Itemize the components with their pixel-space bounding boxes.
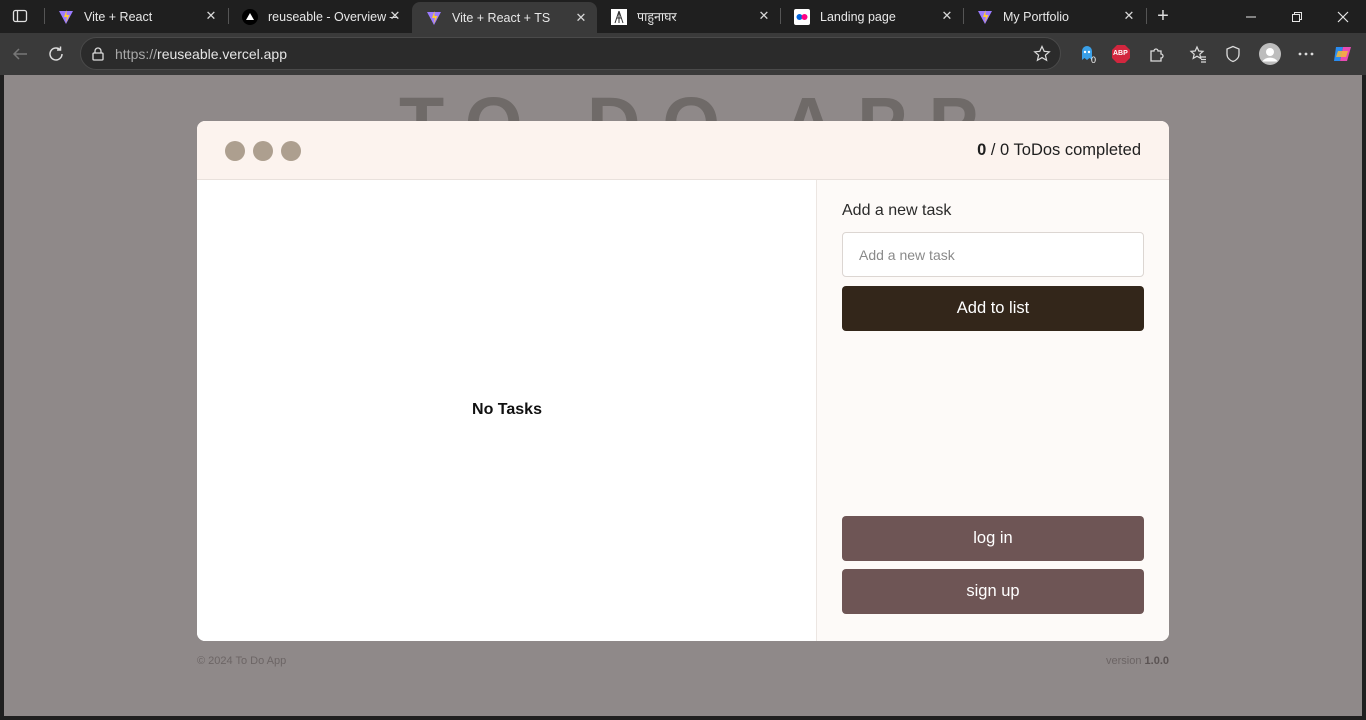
puzzle-icon — [1150, 48, 1164, 62]
arrow-left-icon — [12, 48, 27, 60]
minimize-icon — [1246, 16, 1256, 17]
url-text: https://reuseable.vercel.app — [115, 46, 287, 62]
adblock-label: ABP — [1113, 50, 1128, 57]
favorites-icon — [1189, 45, 1206, 63]
back-button[interactable] — [8, 42, 32, 66]
favorites-button[interactable] — [1186, 42, 1210, 66]
tab-strip: Vite + React ✕ reuseable - Overview – ✕ … — [0, 0, 1366, 33]
close-window-button[interactable] — [1320, 0, 1366, 33]
add-task-heading: Add a new task — [842, 202, 952, 219]
todo-card: 0 / 0 ToDos completed No Tasks Add a new… — [197, 121, 1169, 641]
tab-landing-page[interactable]: Landing page ✕ — [780, 0, 963, 33]
avatar-icon — [1259, 43, 1281, 65]
task-list-panel: No Tasks — [197, 180, 817, 641]
page-viewport: TO DO APP 0 / 0 ToDos completed No Tasks… — [4, 75, 1362, 716]
task-side-panel: Add a new task Add to list log in sign u… — [817, 180, 1169, 641]
extensions-button[interactable] — [1145, 42, 1169, 66]
version-label: version — [1106, 655, 1145, 667]
window-dot — [281, 141, 301, 161]
reload-button[interactable] — [44, 42, 68, 66]
star-icon[interactable] — [1033, 45, 1051, 63]
restore-button[interactable] — [1274, 0, 1320, 33]
footer-copyright: © 2024 To Do App — [197, 655, 287, 667]
tab-separator — [1146, 8, 1147, 24]
restore-icon — [1292, 11, 1302, 22]
more-dots-icon — [1298, 52, 1314, 56]
url-scheme: https:// — [115, 46, 158, 62]
plus-icon: + — [1157, 4, 1169, 27]
profile-button[interactable] — [1258, 42, 1282, 66]
completed-count: 0 — [977, 141, 987, 159]
close-tab-icon[interactable]: ✕ — [573, 10, 589, 26]
address-bar[interactable]: https://reuseable.vercel.app — [80, 37, 1061, 70]
extension-badge: 0 — [1091, 55, 1097, 65]
tab-reuseable-overview[interactable]: reuseable - Overview – ✕ — [228, 0, 411, 33]
copilot-icon — [1334, 47, 1351, 61]
vercel-icon — [242, 8, 258, 25]
add-to-list-button[interactable]: Add to list — [842, 286, 1144, 331]
tab-vite-react[interactable]: Vite + React ✕ — [44, 0, 227, 33]
window-dot — [253, 141, 273, 161]
site-info-lock-icon[interactable] — [90, 46, 106, 62]
vite-icon — [977, 9, 993, 25]
new-task-input[interactable] — [842, 232, 1144, 277]
close-tab-icon[interactable]: ✕ — [387, 8, 403, 24]
card-header: 0 / 0 ToDos completed — [197, 121, 1169, 180]
close-tab-icon[interactable]: ✕ — [203, 8, 219, 24]
tab-vite-react-ts[interactable]: Vite + React + TS ✕ — [412, 2, 597, 33]
todos-completed-counter: 0 / 0 ToDos completed — [977, 141, 1141, 160]
browser-toolbar: https://reuseable.vercel.app 0 ABP — [0, 33, 1366, 75]
flickr-icon — [794, 8, 810, 25]
close-tab-icon[interactable]: ✕ — [939, 8, 955, 24]
settings-menu-button[interactable] — [1294, 42, 1318, 66]
empty-tasks-message: No Tasks — [472, 401, 542, 418]
footer-version: version 1.0.0 — [1106, 655, 1169, 667]
tab-actions-button[interactable] — [8, 5, 32, 27]
login-button[interactable]: log in — [842, 516, 1144, 561]
copilot-button[interactable] — [1331, 42, 1355, 66]
window-dot — [225, 141, 245, 161]
new-tab-button[interactable]: + — [1151, 4, 1175, 28]
shield-icon — [1226, 45, 1240, 63]
vite-icon — [58, 9, 74, 25]
site-icon — [611, 8, 627, 25]
tab-my-portfolio[interactable]: My Portfolio ✕ — [963, 0, 1145, 33]
minimize-button[interactable] — [1228, 0, 1274, 33]
vite-icon — [426, 10, 442, 26]
close-tab-icon[interactable]: ✕ — [756, 8, 772, 24]
version-number: 1.0.0 — [1144, 655, 1169, 667]
tab-actions-icon — [12, 9, 28, 23]
url-host: reuseable.vercel.app — [157, 46, 288, 62]
adblock-button[interactable]: ABP — [1109, 42, 1133, 66]
close-tab-icon[interactable]: ✕ — [1121, 8, 1137, 24]
browser-essentials-button[interactable] — [1221, 42, 1245, 66]
signup-button[interactable]: sign up — [842, 569, 1144, 614]
tab-pahunaghar[interactable]: पाहुनाघर ✕ — [597, 0, 780, 33]
completed-total-text: / 0 ToDos completed — [986, 141, 1141, 159]
close-icon — [1337, 11, 1349, 22]
extension-button[interactable]: 0 — [1075, 42, 1099, 66]
reload-icon — [49, 46, 63, 61]
